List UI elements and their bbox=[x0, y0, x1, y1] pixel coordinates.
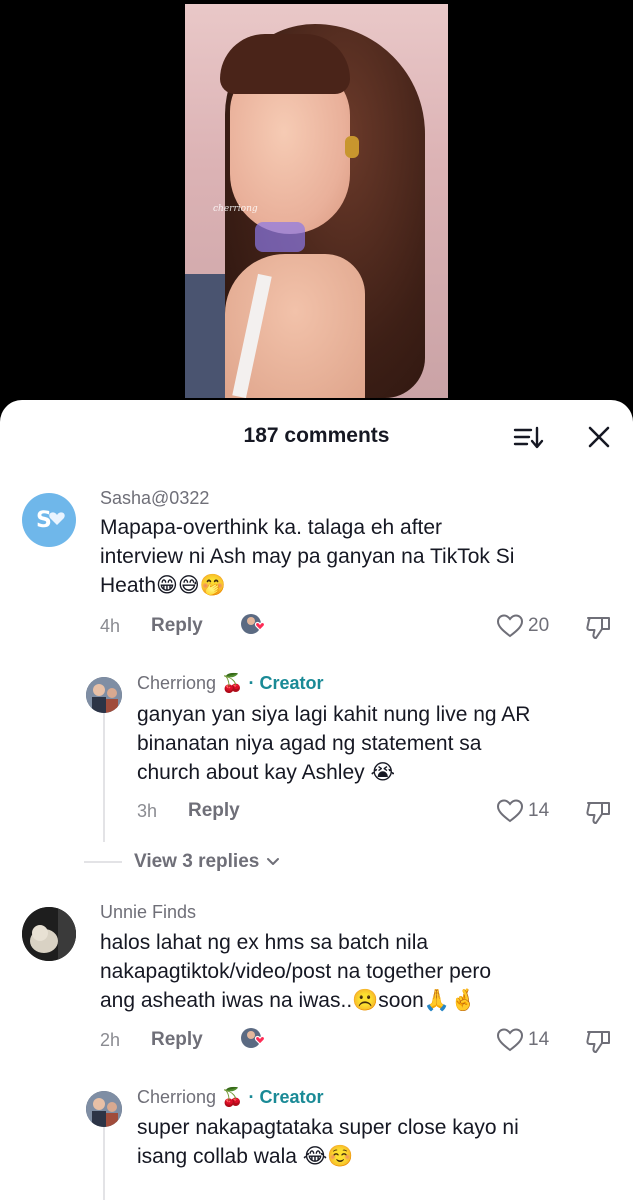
comment-time: 3h bbox=[137, 801, 158, 821]
video-person-earring bbox=[345, 136, 359, 158]
sort-icon[interactable] bbox=[512, 422, 544, 454]
comment-text-line: Mapapa-overthink ka. talaga eh after bbox=[100, 516, 443, 539]
video-watermark: cherriong bbox=[213, 204, 258, 214]
comment-text-line: isang collab wala 😂☺️ bbox=[137, 1145, 354, 1168]
creator-username[interactable]: Cherriong 🍒 bbox=[137, 673, 243, 693]
comment-time: 4h bbox=[100, 616, 121, 636]
like-count: 20 bbox=[528, 615, 550, 636]
avatar[interactable]: S bbox=[22, 493, 76, 547]
comment-text-line: ang asheath iwas na iwas..☹️soon🙏🤞 bbox=[100, 989, 477, 1012]
comment-username[interactable]: Unnie Finds bbox=[100, 902, 196, 923]
video-frame[interactable]: cherriong bbox=[185, 4, 448, 398]
reply-thread-line bbox=[103, 1116, 105, 1200]
comment-username[interactable]: Cherriong 🍒 · Creator bbox=[137, 1087, 323, 1108]
reply-button[interactable]: Reply bbox=[151, 615, 203, 637]
like-count: 14 bbox=[528, 1029, 550, 1050]
comment-text-line: church about kay Ashley 😭 bbox=[137, 761, 396, 784]
reply-thread-line bbox=[103, 692, 105, 842]
dislike-icon[interactable] bbox=[585, 613, 613, 641]
avatar[interactable] bbox=[86, 1091, 122, 1127]
comment-username[interactable]: Sasha@0322 bbox=[100, 488, 209, 509]
comment-text: ganyan yan siya lagi kahit nung live ng … bbox=[137, 700, 530, 787]
comment-username[interactable]: Cherriong 🍒 · Creator bbox=[137, 673, 323, 694]
avatar[interactable] bbox=[86, 677, 122, 713]
heart-icon bbox=[496, 1028, 524, 1052]
heart-icon bbox=[496, 799, 524, 823]
dislike-icon[interactable] bbox=[585, 798, 613, 826]
creator-badge: · Creator bbox=[248, 1087, 324, 1107]
video-player[interactable]: cherriong bbox=[0, 0, 633, 420]
dislike-icon[interactable] bbox=[585, 1027, 613, 1055]
comment-text-line: ganyan yan siya lagi kahit nung live ng … bbox=[137, 703, 531, 726]
comment-text-line: nakapagtiktok/video/post na together per… bbox=[100, 960, 492, 983]
creator-badge: · Creator bbox=[248, 673, 324, 693]
creator-liked-icon bbox=[240, 1026, 268, 1052]
comment-text: super nakapagtataka super close kayo ni … bbox=[137, 1113, 519, 1171]
video-background bbox=[185, 274, 225, 398]
video-light bbox=[255, 222, 305, 252]
comment-text-line: interview ni Ash may pa ganyan na TikTok… bbox=[100, 545, 515, 568]
view-replies-divider bbox=[84, 861, 122, 863]
comment-text: halos lahat ng ex hms sa batch nila naka… bbox=[100, 928, 491, 1015]
comments-header: 187 comments bbox=[0, 400, 633, 472]
video-person-bangs bbox=[220, 34, 350, 94]
view-replies-label: View 3 replies bbox=[134, 851, 260, 872]
comment-time: 2h bbox=[100, 1030, 121, 1050]
comment-text: Mapapa-overthink ka. talaga eh after int… bbox=[100, 513, 514, 600]
heart-icon bbox=[496, 614, 524, 638]
creator-liked-icon bbox=[240, 612, 268, 638]
creator-username[interactable]: Cherriong 🍒 bbox=[137, 1087, 243, 1107]
like-button[interactable]: 20 bbox=[496, 613, 556, 641]
close-icon[interactable] bbox=[584, 422, 614, 452]
like-button[interactable]: 14 bbox=[496, 798, 556, 826]
chevron-down-icon bbox=[266, 857, 279, 865]
svg-text:S: S bbox=[36, 508, 52, 533]
like-button[interactable]: 14 bbox=[496, 1027, 556, 1055]
avatar[interactable] bbox=[22, 907, 76, 961]
comments-sheet: 187 comments S Sasha@0322 Mapapa-overthi… bbox=[0, 400, 633, 1200]
reply-button[interactable]: Reply bbox=[188, 800, 240, 822]
comment-text-line: super nakapagtataka super close kayo ni bbox=[137, 1116, 519, 1139]
comment-text-line: binanatan niya agad ng statement sa bbox=[137, 732, 482, 755]
reply-button[interactable]: Reply bbox=[151, 1029, 203, 1051]
view-replies-button[interactable]: View 3 replies bbox=[134, 851, 281, 873]
like-count: 14 bbox=[528, 800, 550, 821]
comment-text-line: halos lahat ng ex hms sa batch nila bbox=[100, 931, 429, 954]
comment-text-line: Heath😁😅🤭 bbox=[100, 574, 226, 597]
